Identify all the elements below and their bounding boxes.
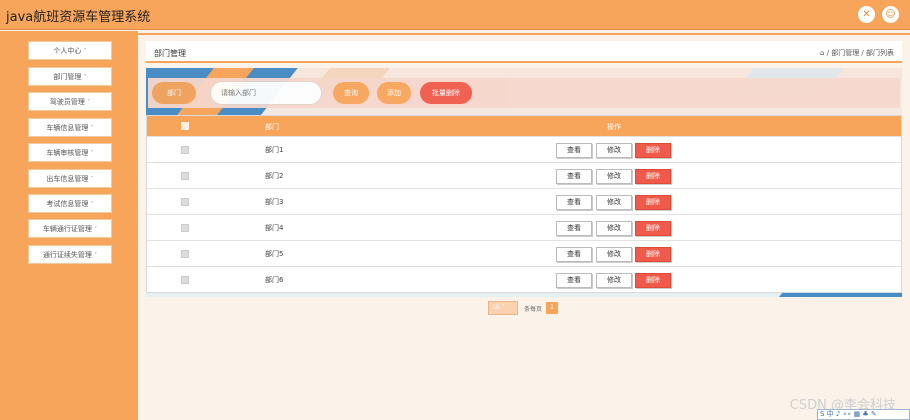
sidebar-item-department[interactable]: 部门管理 ˅ xyxy=(28,67,112,86)
add-button[interactable]: 添加 xyxy=(377,82,411,104)
department-table: 部门 操作 部门1 查看 修改 删除 部门2 查看 修改 删除 部门3 查看 修… xyxy=(146,115,902,293)
department-name: 部门4 xyxy=(265,224,284,232)
row-checkbox[interactable] xyxy=(181,250,189,258)
table-row: 部门2 查看 修改 删除 xyxy=(147,162,901,188)
edit-button[interactable]: 修改 xyxy=(596,273,632,288)
row-checkbox[interactable] xyxy=(181,276,189,284)
row-checkbox[interactable] xyxy=(181,198,189,206)
delete-button[interactable]: 删除 xyxy=(635,195,671,210)
fullscreen-icon[interactable]: ✕ xyxy=(858,6,875,23)
row-checkbox[interactable] xyxy=(181,172,189,180)
page-title: 部门管理 xyxy=(154,49,186,58)
delete-button[interactable]: 删除 xyxy=(635,221,671,236)
user-icon[interactable]: ☺ xyxy=(882,6,899,23)
sidebar: 个人中心 ˅ 部门管理 ˅ 驾驶员管理 ˅ 车辆信息管理 ˅ 车辆审核管理 ˅ … xyxy=(0,31,138,420)
department-name: 部门3 xyxy=(265,198,284,206)
page-size-label: 条每页 xyxy=(524,306,543,313)
current-page-button[interactable]: 1 xyxy=(546,302,558,314)
sidebar-item-personal-center[interactable]: 个人中心 ˅ xyxy=(28,41,112,60)
page-size-select[interactable]: 10 ˅ xyxy=(488,301,518,315)
sidebar-item-vehicle-pass[interactable]: 车辆通行证管理 ˅ xyxy=(28,219,112,238)
chevron-down-icon: ˅ xyxy=(90,201,94,208)
delete-button[interactable]: 删除 xyxy=(635,273,671,288)
delete-button[interactable]: 删除 xyxy=(635,169,671,184)
delete-button[interactable]: 删除 xyxy=(635,143,671,158)
delete-button[interactable]: 删除 xyxy=(635,247,671,262)
view-button[interactable]: 查看 xyxy=(556,247,592,262)
panel-header: 部门管理 ⌂ / 部门管理 / 部门列表 xyxy=(146,41,902,63)
accent-stripe xyxy=(138,33,910,35)
app-title: java航班资源车管理系统 xyxy=(6,10,151,25)
chevron-down-icon: ˅ xyxy=(90,125,94,132)
edit-button[interactable]: 修改 xyxy=(596,247,632,262)
sidebar-item-dispatch-info[interactable]: 出车信息管理 ˅ xyxy=(28,169,112,188)
chevron-down-icon: ˅ xyxy=(90,176,94,183)
department-name: 部门2 xyxy=(265,172,284,180)
department-name: 部门1 xyxy=(265,146,284,154)
chevron-down-icon: ˅ xyxy=(83,48,87,55)
table-row: 部门5 查看 修改 删除 xyxy=(147,240,901,266)
sidebar-item-vehicle-info[interactable]: 车辆信息管理 ˅ xyxy=(28,118,112,137)
view-button[interactable]: 查看 xyxy=(556,169,592,184)
sidebar-item-driver[interactable]: 驾驶员管理 ˅ xyxy=(28,92,112,111)
chevron-down-icon: ˅ xyxy=(501,304,505,311)
edit-button[interactable]: 修改 xyxy=(596,169,632,184)
table-row: 部门3 查看 修改 删除 xyxy=(147,188,901,214)
sidebar-item-pass-loss[interactable]: 通行证续失管理 ˅ xyxy=(28,245,112,264)
chevron-down-icon: ˅ xyxy=(83,74,87,81)
table-header: 部门 操作 xyxy=(147,116,901,136)
column-header-department: 部门 xyxy=(265,123,279,131)
top-bar: java航班资源车管理系统 ✕ ☺ xyxy=(0,0,910,30)
sidebar-item-exam-info[interactable]: 考试信息管理 ˅ xyxy=(28,194,112,213)
select-all-checkbox[interactable] xyxy=(181,122,189,130)
chevron-down-icon: ˅ xyxy=(94,252,98,259)
table-row: 部门1 查看 修改 删除 xyxy=(147,136,901,162)
main-content: 部门管理 ⌂ / 部门管理 / 部门列表 部门 查询 添加 批量删除 部门 操作… xyxy=(138,31,910,420)
column-header-actions: 操作 xyxy=(607,123,621,131)
search-toolbar: 部门 查询 添加 批量删除 xyxy=(148,78,900,108)
edit-button[interactable]: 修改 xyxy=(596,195,632,210)
table-row: 部门6 查看 修改 删除 xyxy=(147,266,901,292)
view-button[interactable]: 查看 xyxy=(556,221,592,236)
view-button[interactable]: 查看 xyxy=(556,143,592,158)
table-row: 部门4 查看 修改 删除 xyxy=(147,214,901,240)
row-checkbox[interactable] xyxy=(181,224,189,232)
view-button[interactable]: 查看 xyxy=(556,273,592,288)
department-name: 部门6 xyxy=(265,276,284,284)
chevron-down-icon: ˅ xyxy=(87,99,91,106)
department-name: 部门5 xyxy=(265,250,284,258)
list-stage: 部门 查询 添加 批量删除 部门 操作 部门1 查看 修改 删除 部门2 xyxy=(146,68,902,297)
chevron-down-icon: ˅ xyxy=(94,226,98,233)
breadcrumb: ⌂ / 部门管理 / 部门列表 xyxy=(819,49,894,57)
department-field-label: 部门 xyxy=(152,82,196,104)
view-button[interactable]: 查看 xyxy=(556,195,592,210)
row-checkbox[interactable] xyxy=(181,146,189,154)
batch-delete-button[interactable]: 批量删除 xyxy=(420,82,472,104)
chevron-down-icon: ˅ xyxy=(90,150,94,157)
edit-button[interactable]: 修改 xyxy=(596,221,632,236)
query-button[interactable]: 查询 xyxy=(333,82,369,104)
edit-button[interactable]: 修改 xyxy=(596,143,632,158)
department-search-input[interactable] xyxy=(210,81,322,105)
sidebar-item-vehicle-audit[interactable]: 车辆审核管理 ˅ xyxy=(28,143,112,162)
ime-toolbar[interactable]: S 中 ♪ ∘∘ ▦ ♣ ✎ xyxy=(817,409,910,420)
